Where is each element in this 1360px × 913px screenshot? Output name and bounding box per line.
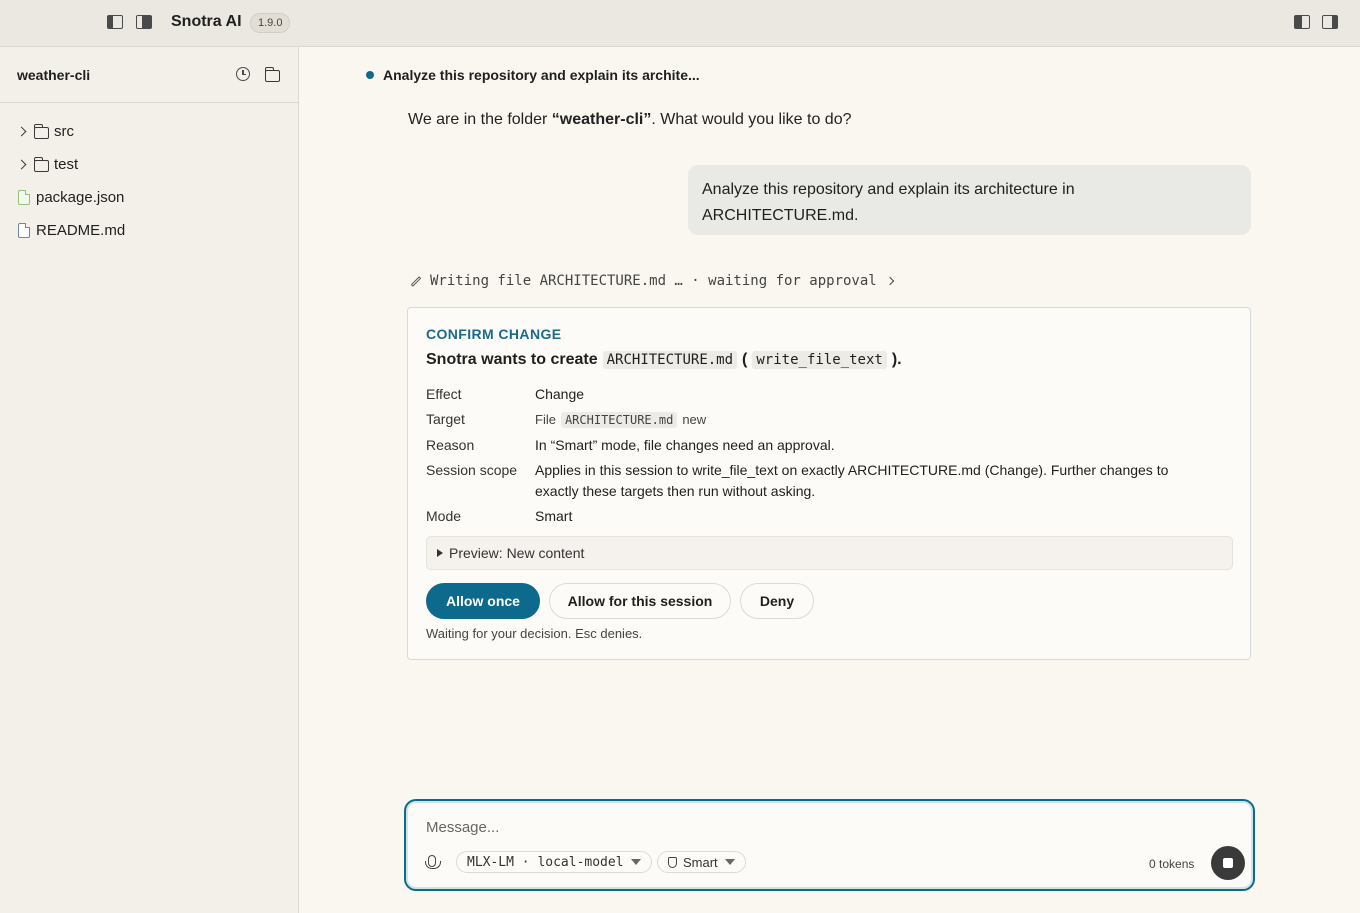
stop-icon [1223,858,1233,868]
allow-once-button[interactable]: Allow once [426,583,540,619]
message-input[interactable]: Message... [426,819,499,836]
file-tree: src test package.json README.md [0,115,298,247]
detail-label: Effect [426,386,462,402]
caret-down-icon [724,859,735,865]
detail-value: Smart [535,508,573,524]
file-icon [18,223,30,238]
mode-label: Smart [683,854,718,870]
confirm-details: Effect Change Target File ARCHITECTURE.md… [426,384,1226,531]
task-title: Analyze this repository and explain its … [366,67,700,83]
detail-row-mode: Mode Smart [426,506,1226,527]
detail-value: Change [535,386,585,402]
message-composer[interactable]: Message... MLX-LM · local-model Smart 0 … [404,799,1255,891]
confirm-title-paren: ( [742,351,748,368]
tree-item-test[interactable]: test [0,148,298,181]
sidebar: weather-cli src test package.json README… [0,47,299,913]
chevron-right-icon[interactable] [16,159,27,170]
assistant-text-end: . What would you like to do? [651,111,852,128]
confirm-change-card: CONFIRM CHANGE Snotra wants to create AR… [407,307,1251,660]
detail-row-effect: Effect Change [426,384,1226,405]
confirm-title-text: Snotra wants to create [426,351,598,368]
json-file-icon [18,190,30,205]
target-file-chip: ARCHITECTURE.md [560,412,678,428]
user-message: Analyze this repository and explain its … [688,165,1251,235]
model-selector[interactable]: MLX-LM · local-model [456,851,652,873]
tree-item-label: package.json [36,189,125,206]
confirm-tool-chip: write_file_text [752,351,887,369]
tool-status[interactable]: Writing file ARCHITECTURE.md … · waiting… [410,273,894,289]
detail-value: In “Smart” mode, file changes need an ap… [535,437,835,453]
folder-icon [264,67,280,82]
detail-row-scope: Session scope Applies in this session to… [426,460,1226,502]
disclosure-triangle-icon [437,549,443,557]
task-title-text: Analyze this repository and explain its … [383,67,700,83]
assistant-message: We are in the folder “weather-cli”. What… [408,111,851,129]
microphone-icon[interactable] [425,855,441,869]
user-message-line: Analyze this repository and explain its … [702,181,1075,198]
pencil-icon [410,275,422,287]
preview-label: Preview: New content [449,545,585,561]
user-message-line: ARCHITECTURE.md. [702,207,859,224]
confirm-heading: CONFIRM CHANGE [426,326,562,342]
open-folder-button[interactable] [264,67,280,87]
scope-line: Applies in this session to write_file_te… [535,462,1169,478]
split-view-right-icon[interactable] [1322,15,1338,29]
tool-status-text: Writing file ARCHITECTURE.md … · waiting… [430,273,877,289]
folder-icon [33,124,49,139]
confirm-title: Snotra wants to create ARCHITECTURE.md (… [426,351,902,369]
app-title: Snotra AI [171,13,242,30]
toggle-sidebar-icon[interactable] [107,15,123,29]
tree-item-label: test [54,156,79,173]
tree-item-package-json[interactable]: package.json [0,181,298,214]
active-dot-icon [366,71,374,79]
stop-button[interactable] [1211,846,1245,880]
chat-area: Analyze this repository and explain its … [300,47,1360,913]
target-status: new [682,412,707,427]
decision-hint: Waiting for your decision. Esc denies. [426,626,643,641]
scope-line: exactly these targets then run without a… [535,483,816,499]
target-kind: File [535,412,556,427]
allow-session-button[interactable]: Allow for this session [549,583,731,619]
tree-item-label: src [54,123,74,140]
tree-item-src[interactable]: src [0,115,298,148]
tree-item-label: README.md [36,222,126,239]
confirm-title-paren: ). [891,351,902,368]
confirm-file-chip: ARCHITECTURE.md [602,351,738,369]
detail-value: File ARCHITECTURE.md new [535,409,706,431]
mode-selector[interactable]: Smart [657,851,746,873]
shield-icon [668,856,677,868]
preview-disclosure[interactable]: Preview: New content [426,536,1233,570]
folder-name: “weather-cli” [551,111,652,128]
tree-item-readme[interactable]: README.md [0,214,298,247]
detail-row-target: Target File ARCHITECTURE.md new [426,409,1226,431]
detail-value: Applies in this session to write_file_te… [535,460,1168,502]
split-view-left-icon[interactable] [1294,15,1310,29]
model-label: MLX-LM · local-model [467,854,624,870]
sidebar-panel-icon[interactable] [136,15,152,29]
detail-label: Mode [426,508,462,524]
detail-label: Target [426,411,465,427]
caret-down-icon [630,859,641,865]
chevron-right-icon[interactable] [16,126,27,137]
deny-button[interactable]: Deny [740,583,814,619]
detail-label: Session scope [426,462,518,478]
title-bar: Snotra AI 1.9.0 [0,0,1360,47]
version-badge: 1.9.0 [250,13,291,33]
project-name: weather-cli [17,67,91,83]
folder-icon [33,157,49,172]
token-count: 0 tokens [1149,857,1195,871]
sidebar-header: weather-cli [0,47,298,103]
assistant-text: We are in the folder [408,111,552,128]
chevron-right-icon[interactable] [885,276,894,286]
detail-row-reason: Reason In “Smart” mode, file changes nee… [426,435,1226,456]
detail-label: Reason [426,437,475,453]
history-icon[interactable] [236,67,250,81]
